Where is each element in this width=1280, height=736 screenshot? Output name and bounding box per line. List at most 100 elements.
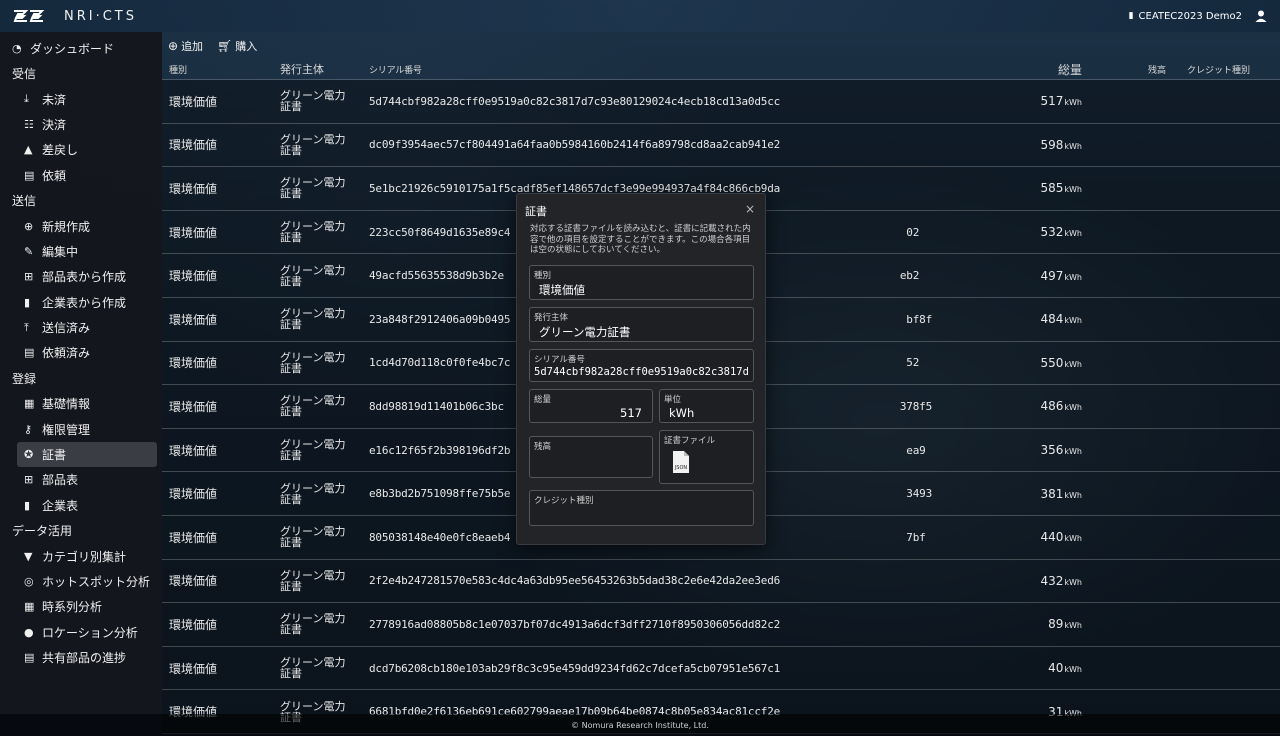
sidebar-item[interactable]: ⚷ 権限管理 [0, 416, 162, 441]
sidebar-item[interactable]: ▮ 企業表 [0, 493, 162, 518]
sidebar-section-title: 送信 [12, 194, 37, 209]
header-total[interactable]: 総量 [979, 61, 1082, 78]
serial-tail: 378f5 [899, 399, 932, 413]
sidebar-item[interactable]: ⊕ 新規作成 [0, 213, 162, 238]
table-row[interactable]: 環境価値 グリーン電力 証書 2778916ad08805b8c1e07037bf07… [162, 603, 1280, 647]
total-field-value: 517 [620, 406, 642, 420]
table-row[interactable]: 環境価値 グリーン電力 証書 dc09f3954aec57cf804491a64faa… [162, 123, 1280, 168]
purchase-button[interactable]: 🛒︎ 購入 [217, 38, 257, 54]
table-row[interactable]: 環境価値 グリーン電力 証書 2f2e4b247281570e583c4dc4a63d… [162, 559, 1280, 604]
bar-chart-icon: ▮ [24, 498, 31, 512]
issuer-field[interactable]: 発行主体 グリーン電力証書 [529, 307, 754, 342]
issuer-line: 証書 [280, 100, 302, 114]
dialog-title: 証書 [525, 205, 547, 218]
sidebar-item[interactable]: ▤ 依頼済み [0, 340, 162, 365]
unit-field[interactable]: 単位 kWh [659, 389, 754, 423]
total-value: 356 [1040, 443, 1064, 458]
sidebar-sections: 受信 ⤓ 未済 ☷ 決済 ▲ 差戻し ▤ 依頼 送信 ⊕ 新規作成 ✎ 編集中 ⊞ 部品表から作成 ▮ 企業表から… [0, 61, 162, 670]
cell-serial: dc09f3954aec57cf804491a64faa0b5984160b24… [369, 138, 979, 151]
serial-field[interactable]: シリアル番号 5d744cbf982a28cff0e9519a0c82c3817… [529, 349, 754, 382]
sidebar-item[interactable]: ▤ 依頼 [0, 163, 162, 188]
cell-total: 598kWh [979, 138, 1082, 152]
header-remain[interactable]: 残高 [1082, 63, 1166, 76]
cell-type: 環境価値 [169, 399, 218, 414]
sidebar-item[interactable]: ☷ 決済 [0, 112, 162, 137]
add-button[interactable]: ⊕ 追加 [168, 38, 203, 54]
sidebar-item[interactable]: ◎ ホットスポット分析 [0, 569, 162, 594]
issuer-line: 証書 [280, 187, 302, 201]
sidebar-item-dashboard[interactable]: ◔ ダッシュボード [0, 35, 162, 61]
sidebar-item[interactable]: ▲ 差戻し [0, 137, 162, 162]
sidebar-item-label: 共有部品の進捗 [42, 651, 127, 666]
total-value: 40 [1048, 661, 1064, 676]
cell-type: 環境価値 [169, 574, 218, 589]
unit-label: kWh [1064, 577, 1082, 587]
table-row[interactable]: 環境価値 グリーン電力 証書 5d744cbf982a28cff0e9519a0c82… [162, 80, 1280, 124]
serial-text: e16c12f65f2b398196df2b [369, 443, 511, 457]
cell-issuer: グリーン電力証書 [280, 134, 369, 156]
building-icon: ▮ [1128, 11, 1134, 21]
credit-field-label: クレジット種別 [534, 496, 594, 506]
sidebar-item[interactable]: ✪ 証書 [17, 441, 157, 468]
cell-serial: 2f2e4b247281570e583c4dc4a63db95ee5645326… [369, 574, 979, 587]
cell-total: 486kWh [979, 399, 1082, 413]
header-credit[interactable]: クレジット種別 [1166, 63, 1256, 76]
sidebar-item[interactable]: ▦ 時系列分析 [0, 594, 162, 619]
issuer-line: 証書 [280, 143, 302, 157]
certificate-dialog: 証書 × 対応する証書ファイルを読み込むと、証書に記載された内容で他の項目を設定… [516, 193, 766, 545]
total-value: 432 [1040, 573, 1064, 588]
credit-type-field[interactable]: クレジット種別 [529, 490, 754, 526]
total-value: 585 [1040, 181, 1064, 196]
header-type[interactable]: 種別 [162, 63, 280, 76]
toolbar: ⊕ 追加 🛒︎ 購入 [162, 32, 1280, 60]
remain-field[interactable]: 残高 [529, 436, 653, 478]
cell-type: 環境価値 [169, 530, 218, 545]
sidebar-item[interactable]: ▼ カテゴリ別集計 [0, 543, 162, 568]
sidebar-item-label: カテゴリ別集計 [42, 549, 127, 564]
total-field[interactable]: 総量 517 [529, 389, 653, 423]
cell-serial: 2778916ad08805b8c1e07037bf07dc4913a6dcf3… [369, 618, 979, 631]
sidebar-item[interactable]: ⤒ 送信済み [0, 315, 162, 340]
sidebar-item[interactable]: ▦ 基礎情報 [0, 391, 162, 416]
cell-total: 497kWh [979, 269, 1082, 283]
total-value: 486 [1040, 399, 1064, 414]
sidebar-item-label: 決済 [42, 117, 67, 132]
json-file-icon[interactable]: JSON [672, 450, 690, 474]
unit-field-value: kWh [669, 406, 695, 420]
header-issuer[interactable]: 発行主体 [280, 64, 369, 75]
sidebar-item[interactable]: ⊞ 部品表から作成 [0, 264, 162, 289]
sidebar-item[interactable]: ● ロケーション分析 [0, 620, 162, 645]
type-field[interactable]: 種別 環境価値 [529, 265, 754, 300]
sidebar-item-label: 時系列分析 [42, 600, 103, 615]
header-serial[interactable]: シリアル番号 [369, 63, 979, 76]
sidebar-item-label: 差戻し [42, 143, 79, 158]
sidebar-item[interactable]: ⊞ 部品表 [0, 467, 162, 492]
sidebar-item[interactable]: ▮ 企業表から作成 [0, 290, 162, 315]
user-menu[interactable]: ▮ CEATEC2023 Demo2 [1129, 9, 1268, 23]
add-label: 追加 [181, 40, 204, 53]
sidebar-item-label: 権限管理 [42, 422, 91, 437]
total-field-label: 総量 [534, 395, 552, 405]
cell-serial: 5d744cbf982a28cff0e9519a0c82c3817d7c93e8… [369, 95, 979, 108]
table-row[interactable]: 環境価値 グリーン電力 証書 dcd7b6208cb180e103ab29f8c3c9… [162, 646, 1280, 691]
location-icon: ● [24, 625, 34, 639]
sidebar-item[interactable]: ✎ 編集中 [0, 239, 162, 264]
serial-text: 49acfd55635538d9b3b2e [369, 269, 504, 283]
cell-issuer: グリーン電力証書 [280, 352, 369, 374]
key-icon: ⚷ [24, 422, 33, 436]
issuer-line: 証書 [280, 667, 302, 681]
user-icon[interactable] [1254, 9, 1268, 23]
certificate-file-field[interactable]: 証書ファイル JSON [659, 430, 754, 484]
close-icon[interactable]: × [745, 202, 755, 216]
cell-issuer: グリーン電力証書 [280, 395, 369, 417]
issuer-field-label: 発行主体 [534, 313, 569, 323]
sidebar-item[interactable]: ⤓ 未済 [0, 86, 162, 111]
type-field-label: 種別 [534, 271, 552, 281]
total-value: 532 [1040, 225, 1064, 240]
sidebar-item[interactable]: ▤ 共有部品の進捗 [0, 645, 162, 670]
cell-issuer: グリーン電力証書 [280, 177, 369, 199]
issuer-line: 証書 [280, 623, 302, 637]
serial-field-label: シリアル番号 [534, 355, 585, 365]
serial-tail: 52 [906, 356, 920, 370]
total-value: 550 [1040, 355, 1064, 370]
